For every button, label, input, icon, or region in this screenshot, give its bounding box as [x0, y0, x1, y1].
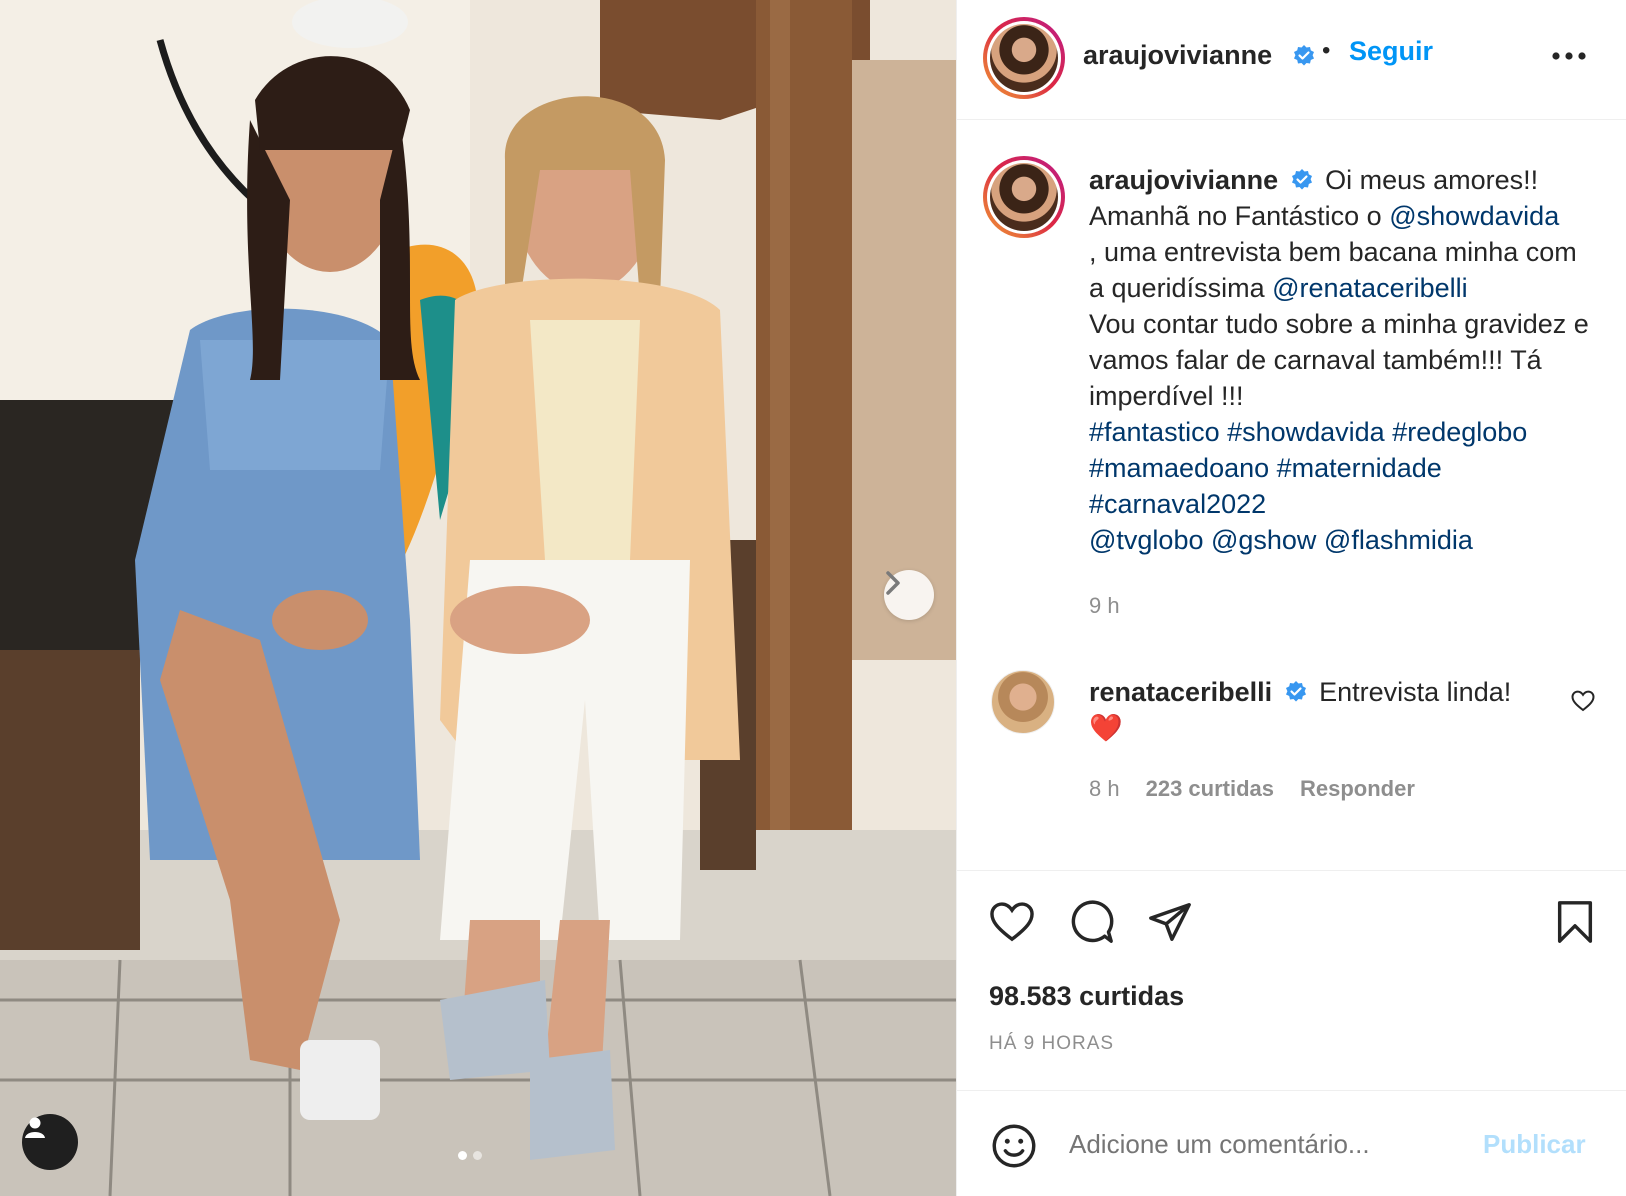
carousel-dot-active — [458, 1151, 467, 1160]
header-separator: • — [1322, 37, 1331, 64]
instagram-post-page: araujovivianne • Seguir araujovivianne O… — [0, 0, 1626, 1196]
carousel-next-button[interactable] — [884, 570, 934, 620]
author-username[interactable]: araujovivianne — [1083, 40, 1272, 71]
verified-badge-icon — [1294, 45, 1314, 66]
mention-showdavida[interactable]: @showdavida — [1389, 201, 1559, 231]
carousel-dot — [473, 1151, 482, 1160]
comment-composer: Publicar — [957, 1090, 1626, 1196]
caption-text-rest: Vou contar tudo sobre a minha gravidez e… — [1089, 309, 1589, 411]
verified-badge-icon — [1285, 681, 1306, 702]
post-date[interactable]: HÁ 9 HORAS — [989, 1033, 1114, 1055]
comment-input[interactable] — [1069, 1129, 1469, 1160]
caption-timestamp[interactable]: 9 h — [1089, 593, 1120, 619]
photo-illustration — [0, 0, 956, 1196]
post-photo[interactable] — [0, 0, 956, 1196]
send-icon[interactable] — [1147, 899, 1193, 945]
more-icon[interactable] — [1551, 50, 1587, 62]
follow-button[interactable]: Seguir — [1349, 36, 1433, 67]
post-caption: araujovivianne Oi meus amores!! Amanhã n… — [1089, 162, 1589, 558]
mentions-line[interactable]: @tvglobo @gshow @flashmidia — [1089, 525, 1473, 555]
chevron-right-icon — [886, 571, 900, 595]
bookmark-icon[interactable] — [1555, 899, 1595, 945]
mention-renataceribelli[interactable]: @renataceribelli — [1272, 273, 1468, 303]
emoji-icon[interactable] — [991, 1123, 1037, 1169]
likes-count[interactable]: 98.583 curtidas — [989, 981, 1184, 1012]
commenter-username[interactable]: renataceribelli — [1089, 677, 1272, 707]
comment-timestamp[interactable]: 8 h — [1089, 776, 1120, 802]
post-header: araujovivianne • Seguir — [957, 0, 1626, 120]
comment-likes[interactable]: 223 curtidas — [1146, 776, 1274, 802]
heart-icon[interactable] — [989, 901, 1035, 943]
commenter-avatar[interactable] — [991, 670, 1055, 734]
tagged-users-button[interactable] — [22, 1114, 78, 1170]
user-tag-icon — [25, 1117, 45, 1138]
caption-author-avatar[interactable] — [983, 156, 1065, 238]
post-side-panel: araujovivianne • Seguir araujovivianne O… — [956, 0, 1626, 1196]
comment-like-heart-icon[interactable] — [1571, 690, 1595, 712]
carousel-indicator — [458, 1151, 482, 1160]
comment-text: Entrevista linda! — [1319, 677, 1512, 707]
verified-badge-icon — [1291, 169, 1312, 190]
comment-meta: 8 h 223 curtidas Responder — [1089, 776, 1415, 802]
comment-body: renataceribelli Entrevista linda! ❤️ — [1089, 674, 1549, 746]
caption-username[interactable]: araujovivianne — [1089, 165, 1278, 195]
hashtags-line-3[interactable]: #carnaval2022 — [1089, 489, 1266, 519]
publish-button[interactable]: Publicar — [1483, 1129, 1586, 1160]
hashtags-line-2[interactable]: #mamaedoano #maternidade — [1089, 453, 1442, 483]
author-avatar[interactable] — [983, 17, 1065, 99]
reply-button[interactable]: Responder — [1300, 776, 1415, 802]
comment-icon[interactable] — [1069, 899, 1115, 945]
post-actions: 98.583 curtidas HÁ 9 HORAS — [957, 870, 1626, 1090]
heart-emoji: ❤️ — [1089, 713, 1123, 743]
hashtags-line-1[interactable]: #fantastico #showdavida #redeglobo — [1089, 417, 1527, 447]
